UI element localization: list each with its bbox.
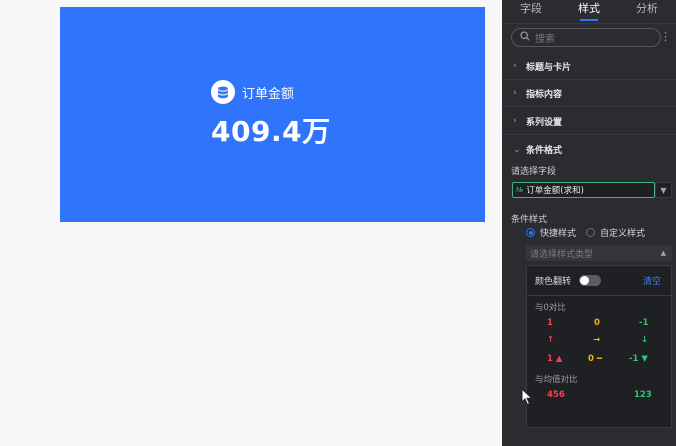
option-mixed-down[interactable]: -1 ▼ — [629, 354, 648, 364]
tab-fields[interactable]: 字段 — [502, 0, 560, 23]
invert-color-label: 颜色翻转 — [535, 277, 572, 287]
section-indicator-content[interactable]: › 指标内容 — [502, 80, 676, 107]
style-type-dropdown: 颜色翻转 清空 与0对比 1 0 -1 ↑ → ↓ 1 ▲ 0 ━ -1 ▼ 与… — [526, 265, 672, 428]
triangle-down-icon: ▼ — [641, 354, 648, 364]
dropdown-header: 颜色翻转 清空 — [527, 266, 671, 296]
option-number-down[interactable]: -1 — [639, 318, 648, 328]
chevron-down-icon: ⌄ — [513, 144, 521, 155]
clear-button[interactable]: 清空 — [643, 274, 661, 287]
section-label: 条件格式 — [526, 146, 563, 156]
section-label: 系列设置 — [526, 117, 563, 128]
more-options-icon[interactable]: ⋮ — [660, 30, 671, 43]
triangle-up-icon: ▲ — [555, 354, 563, 364]
custom-style-label: 自定义样式 — [600, 229, 646, 239]
caret-up-icon: ▲ — [660, 249, 666, 257]
tab-analysis[interactable]: 分析 — [618, 0, 676, 23]
kpi-header: 订单金额 — [211, 80, 294, 104]
style-panel: 字段 样式 分析 搜索 ⋮ › 标题与卡片 › 指标内容 › 系列设置 ⌄ 条件… — [502, 0, 676, 446]
dashboard-canvas: 订单金额 409.4万 — [0, 0, 502, 446]
field-select-label: 请选择字段 — [511, 167, 557, 177]
condition-style-label: 条件样式 — [511, 215, 548, 225]
chevron-right-icon: › — [513, 88, 517, 98]
invert-color-toggle[interactable] — [579, 275, 602, 286]
mouse-cursor-icon — [521, 387, 533, 410]
section-label: 指标内容 — [526, 89, 563, 100]
option-average-low[interactable]: 123 — [634, 390, 652, 400]
kpi-title: 订单金额 — [242, 86, 295, 102]
search-input[interactable]: 搜索 — [511, 28, 661, 47]
section-label: 标题与卡片 — [526, 62, 572, 73]
style-type-placeholder: 请选择样式类型 — [530, 249, 594, 260]
chevron-right-icon: › — [513, 61, 517, 71]
mixed-up-value: 1 — [547, 354, 553, 364]
option-mixed-flat[interactable]: 0 ━ — [588, 354, 602, 364]
tab-style[interactable]: 样式 — [560, 0, 618, 23]
database-icon — [211, 80, 235, 104]
dash-icon: ━ — [596, 354, 603, 364]
search-placeholder: 搜索 — [535, 34, 555, 45]
section-conditional-format[interactable]: ⌄ 条件格式 — [502, 136, 676, 163]
option-number-up[interactable]: 1 — [547, 318, 553, 328]
radio-quick-style[interactable] — [526, 228, 535, 237]
chevron-right-icon: › — [513, 116, 517, 126]
arrow-up-icon[interactable]: ↑ — [547, 335, 554, 345]
radio-custom-style[interactable] — [586, 228, 596, 237]
quick-style-label: 快捷样式 — [540, 229, 577, 239]
caret-down-icon[interactable]: ▼ — [655, 182, 672, 198]
option-mixed-up[interactable]: 1 ▲ — [547, 354, 562, 364]
number-field-icon: № — [516, 186, 524, 194]
option-number-flat[interactable]: 0 — [594, 318, 600, 328]
mixed-flat-value: 0 — [588, 354, 594, 364]
style-type-select[interactable]: 请选择样式类型 ▲ — [526, 245, 672, 261]
panel-tabs: 字段 样式 分析 — [502, 0, 676, 24]
arrow-down-icon[interactable]: ↓ — [641, 335, 648, 345]
compare-average-label: 与均值对比 — [535, 375, 578, 385]
compare-zero-label: 与0对比 — [535, 303, 566, 313]
mixed-down-value: -1 — [629, 354, 639, 364]
search-icon — [520, 31, 530, 44]
field-select-value: 订单金额(求和) — [526, 186, 584, 196]
style-mode-radios: 快捷样式 自定义样式 — [526, 226, 645, 239]
section-title-card[interactable]: › 标题与卡片 — [502, 53, 676, 80]
section-series-settings[interactable]: › 系列设置 — [502, 108, 676, 135]
kpi-value: 409.4万 — [211, 115, 331, 148]
arrow-right-icon[interactable]: → — [593, 335, 600, 345]
option-average-high[interactable]: 456 — [547, 390, 565, 400]
field-select[interactable]: № 订单金额(求和) — [512, 182, 655, 198]
